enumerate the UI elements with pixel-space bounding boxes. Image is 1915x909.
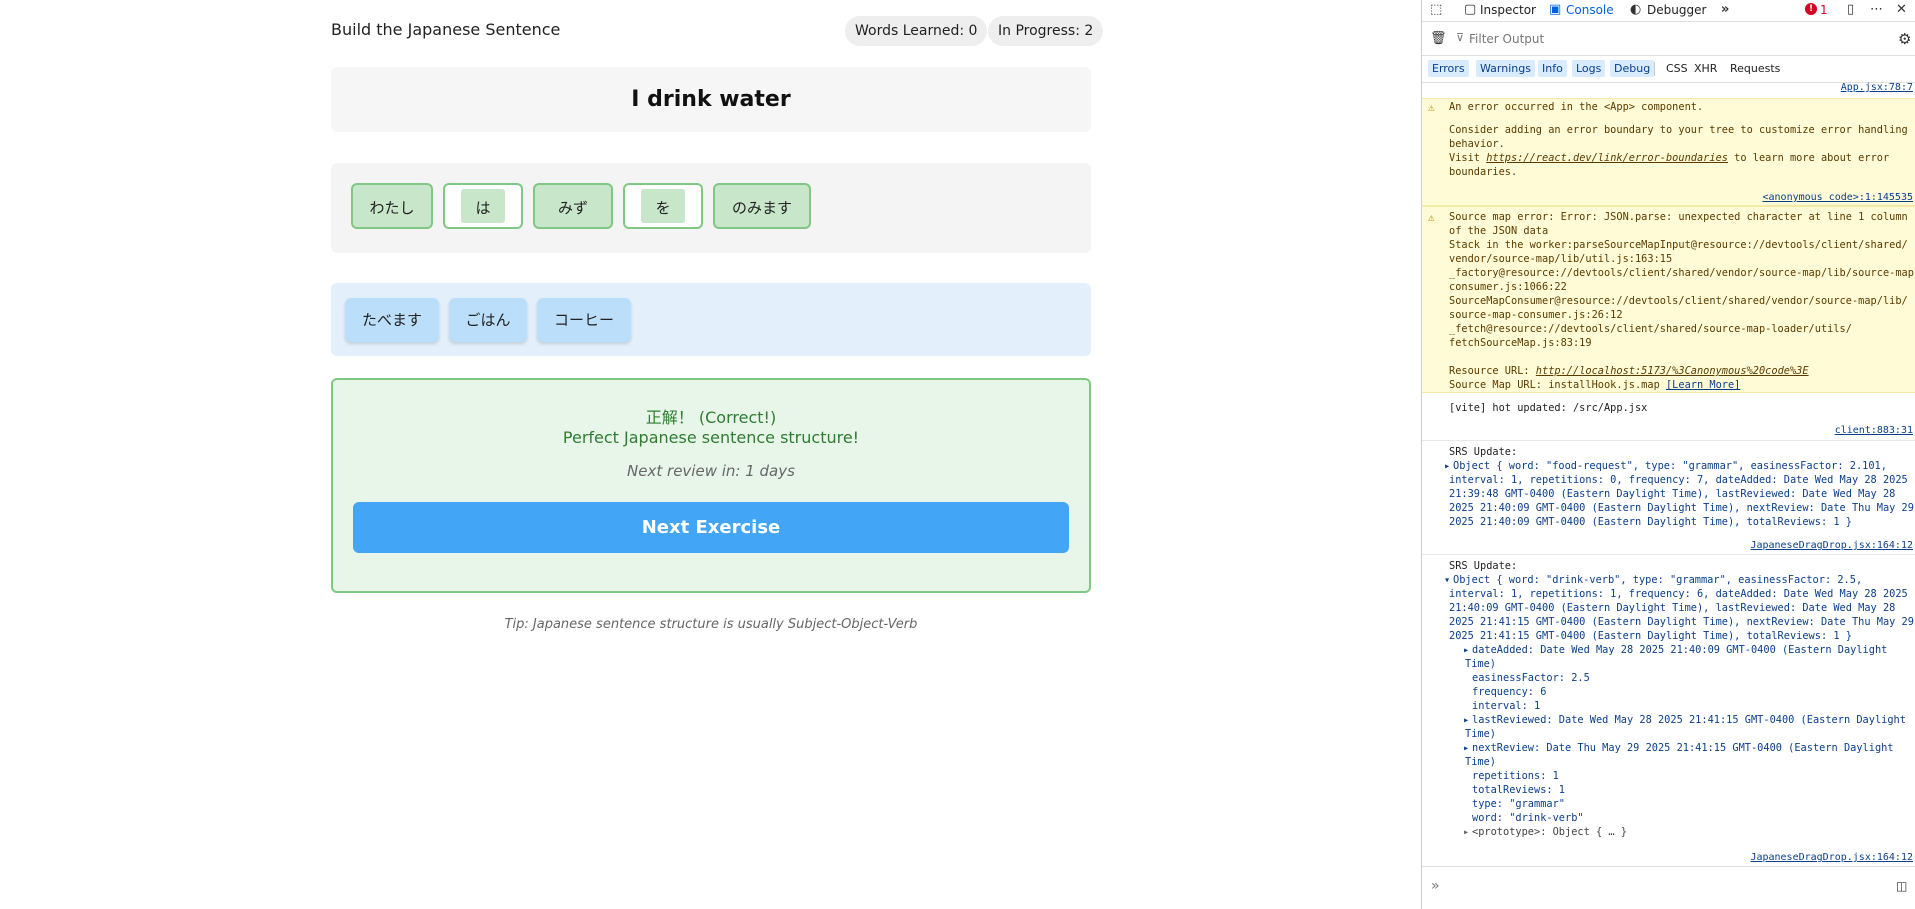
filter-info[interactable]: Info: [1538, 60, 1567, 77]
expand-toggle-icon[interactable]: ▸: [1463, 713, 1469, 727]
source-link[interactable]: client:883:31: [1835, 425, 1913, 436]
object-prototype[interactable]: <prototype>: Object { … }: [1472, 825, 1627, 839]
devtools-toolbar: ⬚ ▢ Inspector ▣ Console ◐ Debugger » ! 1…: [1422, 0, 1915, 22]
filter-css[interactable]: CSS: [1662, 60, 1692, 77]
split-console-icon[interactable]: ◫: [1896, 879, 1907, 893]
error-icon[interactable]: !: [1805, 3, 1817, 15]
resource-url-link[interactable]: http://localhost:5173/%3Canonymous%20cod…: [1536, 365, 1809, 377]
error-boundaries-link[interactable]: https://react.dev/link/error-boundaries: [1486, 152, 1728, 164]
devtools-panel: ⬚ ▢ Inspector ▣ Console ◐ Debugger » ! 1…: [1421, 0, 1915, 909]
warning-message: ⚠ An error occurred in the <App> compone…: [1422, 98, 1915, 206]
error-count[interactable]: 1: [1820, 2, 1828, 19]
feedback-message: Perfect Japanese sentence structure!: [562, 428, 860, 447]
expand-toggle-icon[interactable]: ▸: [1463, 825, 1469, 839]
filter-logs[interactable]: Logs: [1572, 60, 1606, 77]
prompt-card: I drink water: [331, 67, 1091, 132]
close-icon[interactable]: ✕: [1896, 2, 1907, 17]
filter-debug[interactable]: Debug: [1610, 60, 1655, 77]
more-tabs-icon[interactable]: »: [1721, 2, 1729, 17]
filter-input[interactable]: Filter Output: [1469, 32, 1544, 46]
learn-more-link[interactable]: [Learn More]: [1666, 379, 1740, 391]
warning-icon: ⚠: [1428, 211, 1435, 224]
object-property: repetitions: 1: [1472, 770, 1559, 782]
tip-text: Tip: Japanese sentence structure is usua…: [504, 617, 918, 632]
filter-requests[interactable]: Requests: [1726, 60, 1784, 77]
answer-tile[interactable]: わたし: [351, 183, 433, 229]
bank-tile[interactable]: ごはん: [449, 298, 527, 342]
in-progress-badge: In Progress: 2: [988, 16, 1104, 46]
filter-icon: ⊽: [1456, 31, 1465, 44]
prompt-chevron-icon: »: [1431, 878, 1440, 894]
tab-inspector[interactable]: Inspector: [1480, 2, 1536, 19]
object-property[interactable]: nextReview: Date Thu May 29 2025 21:41:1…: [1472, 741, 1894, 755]
filter-warnings[interactable]: Warnings: [1476, 60, 1535, 77]
warning-icon: ⚠: [1428, 101, 1435, 114]
object-property[interactable]: dateAdded: Date Wed May 28 2025 21:40:09…: [1472, 643, 1887, 657]
trash-icon[interactable]: 🗑: [1430, 31, 1447, 46]
words-learned-badge: Words Learned: 0: [845, 16, 988, 46]
log-object[interactable]: Object { word: "drink-verb", type: "gram…: [1453, 573, 1862, 587]
object-property: interval: 1: [1472, 700, 1541, 712]
collapse-toggle-icon[interactable]: ▾: [1444, 573, 1450, 587]
app-page: Build the Japanese Sentence Words Learne…: [0, 0, 1421, 909]
answer-tile[interactable]: は: [443, 183, 523, 229]
correct-message: 正解！ (Correct!): [645, 408, 777, 427]
answer-drop-zone[interactable]: わたし は みず を のみます: [331, 163, 1091, 253]
expand-toggle-icon[interactable]: ▸: [1463, 741, 1469, 755]
log-message: [vite] hot updated: /src/App.jsx: [1449, 402, 1648, 414]
answer-tile[interactable]: のみます: [713, 183, 811, 229]
object-property: word: "drink-verb": [1472, 812, 1584, 824]
tab-debugger[interactable]: Debugger: [1647, 2, 1706, 19]
answer-tile[interactable]: みず: [533, 183, 613, 229]
console-icon: ▣: [1549, 2, 1562, 17]
console-output: App.jsx:78:7 ⚠ An error occurred in the …: [1422, 82, 1915, 867]
expand-toggle-icon[interactable]: ▸: [1444, 459, 1450, 473]
log-object[interactable]: Object { word: "food-request", type: "gr…: [1453, 459, 1887, 473]
more-options-icon[interactable]: ⋯: [1870, 2, 1883, 17]
next-exercise-button[interactable]: Next Exercise: [353, 502, 1069, 553]
word-bank[interactable]: たべます ごはん コーヒー: [331, 283, 1091, 356]
object-property: totalReviews: 1: [1472, 784, 1565, 796]
bank-tile[interactable]: たべます: [345, 298, 439, 342]
source-link[interactable]: App.jsx:78:7: [1841, 82, 1913, 93]
filter-errors[interactable]: Errors: [1428, 60, 1469, 77]
source-link[interactable]: JapaneseDragDrop.jsx:164:12: [1750, 852, 1913, 863]
source-link[interactable]: JapaneseDragDrop.jsx:164:12: [1750, 540, 1913, 551]
object-property[interactable]: lastReviewed: Date Wed May 28 2025 21:41…: [1472, 713, 1906, 727]
page-title: Build the Japanese Sentence: [331, 20, 561, 39]
source-link[interactable]: <anonymous code>:1:145535: [1762, 192, 1913, 203]
console-filter-bar: 🗑 ⊽ Filter Output ⚙: [1422, 22, 1915, 56]
english-prompt: I drink water: [631, 87, 791, 112]
responsive-mode-icon[interactable]: ▯: [1847, 2, 1854, 17]
expand-toggle-icon[interactable]: ▸: [1463, 643, 1469, 657]
answer-tile[interactable]: を: [623, 183, 703, 229]
filter-xhr[interactable]: XHR: [1690, 60, 1721, 77]
object-property: type: "grammar": [1472, 798, 1565, 810]
tab-console[interactable]: Console: [1566, 2, 1614, 19]
feedback-panel: 正解！ (Correct!) Perfect Japanese sentence…: [331, 378, 1091, 593]
log-level-filters: Errors Warnings Info Logs Debug CSS XHR …: [1422, 56, 1915, 83]
settings-gear-icon[interactable]: ⚙: [1898, 30, 1911, 48]
warning-message: ⚠ Source map error: Error: JSON.parse: u…: [1422, 206, 1915, 393]
next-review-text: Next review in: 1 days: [627, 462, 795, 480]
element-picker-icon[interactable]: ⬚: [1430, 2, 1442, 17]
debugger-icon: ◐: [1630, 2, 1642, 17]
object-property: frequency: 6: [1472, 686, 1547, 698]
object-property: easinessFactor: 2.5: [1472, 672, 1590, 684]
log-label: SRS Update:: [1449, 560, 1518, 572]
console-input[interactable]: » ◫: [1422, 866, 1915, 909]
inspector-icon: ▢: [1464, 2, 1477, 17]
log-label: SRS Update:: [1449, 446, 1518, 458]
bank-tile[interactable]: コーヒー: [537, 298, 631, 342]
